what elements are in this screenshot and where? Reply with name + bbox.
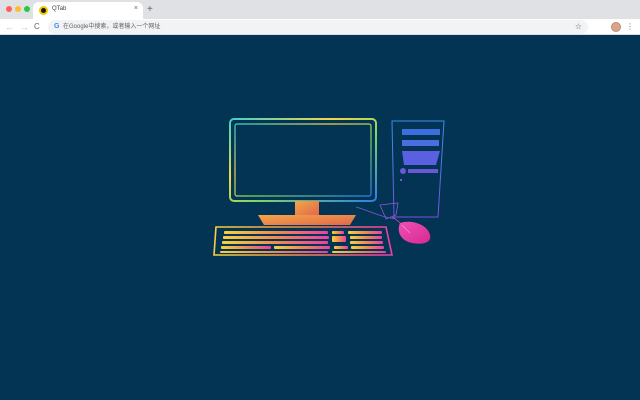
reload-icon[interactable]: C [34,20,40,34]
browser-menu-icon[interactable]: ⋮ [626,20,634,34]
pc-tower-shape [355,120,445,220]
keyboard-shape [213,226,393,256]
mouse-shape [391,216,431,244]
browser-toolbar: ← → C G 在Google中搜索，或者输入一个网址 ☆ ⋮ [0,19,640,35]
qtab-logo-icon [39,6,48,15]
window-close-icon[interactable] [6,6,12,12]
address-bar-placeholder: 在Google中搜索，或者输入一个网址 [63,24,161,30]
new-tab-page [0,35,640,400]
window-minimize-icon[interactable] [15,6,21,12]
new-tab-icon[interactable]: + [147,3,153,16]
desktop-computer-illustration [213,118,445,256]
monitor-shape [229,118,377,225]
back-icon[interactable]: ← [5,20,14,34]
profile-avatar[interactable] [611,22,621,32]
forward-icon[interactable]: → [20,20,29,34]
browser-titlebar: QTab × + [0,0,640,19]
browser-tab-active[interactable]: QTab × [33,2,143,19]
address-bar[interactable]: G 在Google中搜索，或者输入一个网址 ☆ [48,20,588,34]
window-zoom-icon[interactable] [24,6,30,12]
tab-close-icon[interactable]: × [134,5,138,12]
bookmark-star-icon[interactable]: ☆ [575,20,582,34]
tab-title: QTab [52,6,67,12]
google-icon: G [54,23,60,30]
